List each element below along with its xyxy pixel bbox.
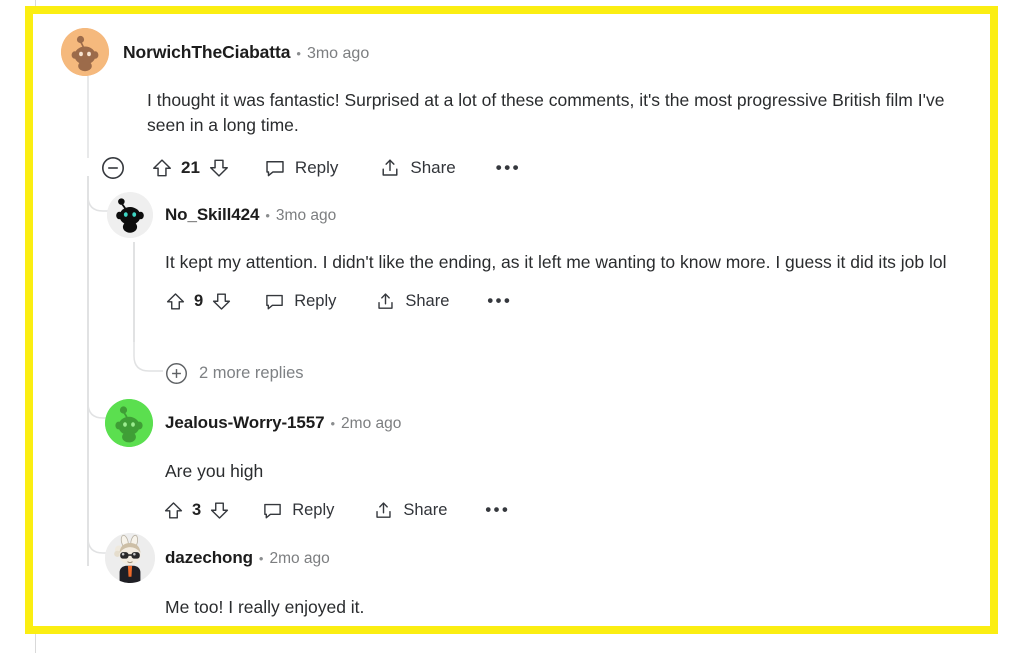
- share-label: Share: [405, 292, 450, 311]
- downvote-button[interactable]: [209, 500, 230, 521]
- thread-line-root[interactable]: [87, 176, 89, 566]
- reply-button[interactable]: Reply: [264, 291, 336, 312]
- share-button[interactable]: Share: [379, 157, 456, 179]
- share-label: Share: [410, 157, 456, 177]
- comment-timestamp[interactable]: 2mo ago: [269, 550, 329, 568]
- upvote-button[interactable]: [151, 157, 173, 179]
- comment-reply-2: Jealous-Worry-1557 • 2mo ago Are you hig…: [105, 399, 975, 521]
- share-button[interactable]: Share: [373, 500, 447, 521]
- comment-reply-1: No_Skill424 • 3mo ago It kept my attenti…: [107, 192, 977, 312]
- ellipsis-icon[interactable]: •••: [485, 501, 510, 520]
- upvote-button[interactable]: [163, 500, 184, 521]
- comment-username[interactable]: dazechong: [165, 548, 253, 568]
- meta-separator: •: [265, 208, 270, 223]
- comment-header: No_Skill424 • 3mo ago: [107, 192, 977, 238]
- reply-label: Reply: [292, 501, 335, 520]
- vote-score: 9: [194, 292, 204, 311]
- comment-body: Me too! I really enjoyed it.: [165, 597, 365, 617]
- reply-button[interactable]: Reply: [264, 157, 338, 179]
- comment-header: dazechong • 2mo ago: [105, 533, 975, 583]
- vote-score: 21: [181, 157, 200, 177]
- comment-username[interactable]: No_Skill424: [165, 205, 259, 225]
- meta-separator: •: [330, 416, 336, 431]
- more-replies-button[interactable]: 2 more replies: [165, 362, 304, 385]
- comment-username[interactable]: Jealous-Worry-1557: [165, 413, 325, 433]
- downvote-button[interactable]: [211, 291, 232, 312]
- share-button[interactable]: Share: [375, 291, 449, 312]
- comment-root: NorwichTheCiabatta • 3mo ago I thought i…: [61, 28, 971, 180]
- comment-body: It kept my attention. I didn't like the …: [165, 252, 947, 272]
- snoo-orange-avatar[interactable]: [61, 28, 109, 76]
- meta-separator: •: [296, 45, 301, 61]
- comment-body: I thought it was fantastic! Surprised at…: [147, 90, 945, 136]
- comment-header: NorwichTheCiabatta • 3mo ago: [61, 28, 971, 76]
- reply-label: Reply: [294, 157, 339, 177]
- comment-timestamp[interactable]: 3mo ago: [276, 207, 336, 225]
- comment-action-bar: 9 Reply Share •••: [165, 291, 977, 312]
- reply-button[interactable]: Reply: [262, 500, 334, 521]
- plus-circle-icon[interactable]: [165, 362, 188, 385]
- meta-separator: •: [258, 551, 264, 566]
- comment-body: Are you high: [165, 461, 264, 481]
- comment-timestamp[interactable]: 2mo ago: [341, 415, 401, 433]
- screenshot-root: NorwichTheCiabatta • 3mo ago I thought i…: [0, 0, 1024, 653]
- vote-score: 3: [192, 501, 202, 520]
- comment-thread: NorwichTheCiabatta • 3mo ago I thought i…: [33, 14, 990, 626]
- reply-label: Reply: [294, 292, 337, 311]
- comment-reply-3: dazechong • 2mo ago Me too! I really enj…: [105, 533, 975, 620]
- ellipsis-icon[interactable]: •••: [496, 158, 521, 178]
- comment-header: Jealous-Worry-1557 • 2mo ago: [105, 399, 975, 447]
- snoo-black-avatar[interactable]: [107, 192, 153, 238]
- share-label: Share: [403, 501, 448, 520]
- comment-action-bar: 21 Reply Share •••: [101, 156, 971, 180]
- more-replies-label[interactable]: 2 more replies: [199, 364, 304, 383]
- comment-username[interactable]: NorwichTheCiabatta: [123, 42, 290, 63]
- yellow-highlight-frame: NorwichTheCiabatta • 3mo ago I thought i…: [25, 6, 998, 634]
- upvote-button[interactable]: [165, 291, 186, 312]
- snoo-green-avatar[interactable]: [105, 399, 153, 447]
- collapse-thread-button[interactable]: [101, 156, 125, 180]
- ellipsis-icon[interactable]: •••: [487, 292, 512, 311]
- downvote-button[interactable]: [208, 157, 230, 179]
- comment-action-bar: 3 Reply Share •••: [163, 500, 975, 521]
- thread-connector-more-replies: [133, 340, 163, 372]
- comment-timestamp[interactable]: 3mo ago: [307, 45, 369, 63]
- bunny-sunglasses-avatar[interactable]: [105, 533, 155, 583]
